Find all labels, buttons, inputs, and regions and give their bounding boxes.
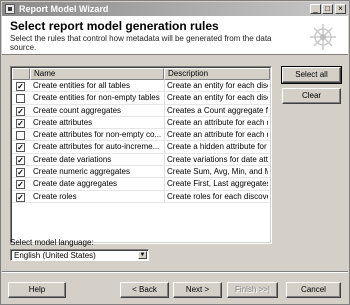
list-item[interactable]: Create attributes for non-empty co... Cre… [12, 129, 270, 142]
column-separator [164, 178, 165, 191]
wizard-graphic-icon [310, 24, 336, 50]
rule-name: Create entities for non-empty tables [33, 93, 160, 103]
language-select[interactable]: English (United States) ▼ [10, 249, 149, 261]
rule-description: Create roles for each discovere... [167, 191, 268, 201]
rule-name: Create roles [33, 191, 77, 201]
rule-checkbox[interactable] [16, 118, 25, 128]
rule-checkbox[interactable] [16, 180, 25, 190]
rule-name: Create entities for all tables [33, 81, 130, 90]
list-rows: Create entities for all tables Create an … [12, 80, 270, 203]
column-separator [164, 104, 165, 117]
wizard-window: Report Model Wizard _ □ × Select report … [0, 0, 350, 305]
rule-description: Create an entity for each disco... [167, 81, 268, 90]
page-title: Select report model generation rules [10, 19, 219, 33]
rule-checkbox[interactable] [16, 192, 25, 202]
list-item[interactable]: Create numeric aggregates Create Sum, Avg… [12, 166, 270, 179]
column-separator [164, 166, 165, 179]
clear-button[interactable]: Clear [282, 88, 341, 104]
app-icon [5, 4, 15, 14]
finish-button[interactable]: Finish >>| [227, 282, 278, 298]
rule-checkbox[interactable] [16, 94, 25, 104]
rules-list-frame: Name Description Create entities for all… [11, 67, 271, 243]
wizard-header: Select report model generation rules Sel… [2, 16, 348, 55]
column-separator [164, 190, 165, 203]
rule-checkbox[interactable] [16, 82, 25, 91]
list-item[interactable]: Create attributes for auto-increme... Cre… [12, 141, 270, 154]
list-item[interactable]: Create date aggregates Create First, Last… [12, 178, 270, 191]
rule-name: Create numeric aggregates [33, 167, 130, 177]
column-separator [164, 153, 165, 166]
rule-checkbox[interactable] [16, 131, 25, 141]
rule-checkbox[interactable] [16, 155, 25, 165]
column-header-check[interactable] [12, 68, 30, 80]
column-header-description[interactable]: Description [164, 68, 270, 80]
back-button[interactable]: < Back [120, 282, 169, 298]
maximize-button[interactable]: □ [322, 4, 333, 14]
rule-description: Creates a Count aggregate for ... [167, 105, 268, 115]
language-label: Select model language: [10, 238, 94, 247]
language-select-value: English (United States) [14, 251, 96, 260]
column-separator [164, 116, 165, 129]
rule-name: Create count aggregates [33, 105, 122, 115]
rule-description: Create an attribute for each dis... [167, 117, 268, 127]
footer-divider [2, 271, 348, 273]
list-item[interactable]: Create date variations Create variations … [12, 153, 270, 167]
column-separator [164, 80, 165, 92]
rule-name: Create attributes for auto-increme... [33, 142, 160, 152]
rule-description: Create Sum, Avg, Min, and Ma... [167, 167, 268, 177]
rule-name: Create date variations [33, 154, 112, 164]
rule-description: Create an attribute for each dis... [167, 130, 268, 140]
rule-checkbox[interactable] [16, 106, 25, 116]
list-item[interactable]: Create entities for non-empty tables Crea… [12, 92, 270, 105]
title-bar: Report Model Wizard _ □ × [2, 2, 348, 16]
close-button[interactable]: × [335, 4, 346, 14]
column-separator [164, 129, 165, 142]
window-title: Report Model Wizard [19, 4, 109, 14]
chevron-down-icon[interactable]: ▼ [138, 251, 147, 259]
rule-name: Create date aggregates [33, 179, 118, 189]
next-button[interactable]: Next > [173, 282, 222, 298]
cancel-button[interactable]: Cancel [286, 282, 341, 298]
rule-description: Create an entity for each disco... [167, 93, 268, 103]
rule-description: Create a hidden attribute for ea... [167, 142, 268, 152]
list-header: Name Description [12, 68, 270, 80]
list-item[interactable]: Create attributes Create an attribute for… [12, 116, 270, 130]
page-subtitle: Select the rules that control how metada… [10, 34, 272, 52]
rules-list[interactable]: Name Description Create entities for all… [10, 66, 272, 244]
rule-description: Create variations for date attrib... [167, 154, 268, 164]
rule-checkbox[interactable] [16, 168, 25, 178]
help-button[interactable]: Help [8, 282, 66, 298]
rule-description: Create First, Last aggregates fo... [167, 179, 268, 189]
rule-name: Create attributes [33, 117, 93, 127]
column-separator [164, 141, 165, 154]
column-header-name[interactable]: Name [30, 68, 164, 80]
list-item[interactable]: Create entities for all tables Create an … [12, 80, 270, 93]
list-item[interactable]: Create count aggregates Creates a Count a… [12, 104, 270, 117]
rule-name: Create attributes for non-empty co... [33, 130, 161, 140]
minimize-button[interactable]: _ [310, 4, 321, 14]
list-item[interactable]: Create roles Create roles for each discov… [12, 190, 270, 203]
rule-checkbox[interactable] [16, 143, 25, 153]
select-all-button[interactable]: Select all [281, 66, 342, 84]
column-separator [164, 92, 165, 105]
